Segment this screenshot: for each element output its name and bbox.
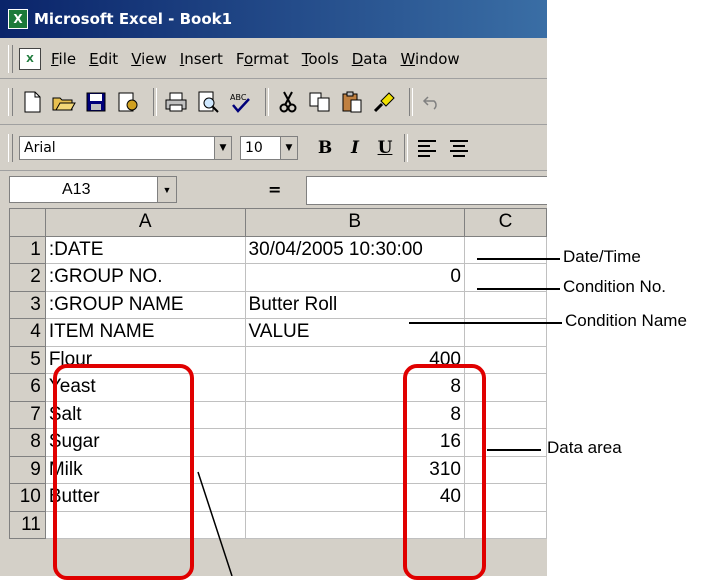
- select-all-corner[interactable]: [9, 208, 46, 237]
- print-preview-icon[interactable]: [195, 89, 221, 115]
- svg-text:ABC: ABC: [230, 93, 247, 102]
- toolbar-separator: [404, 134, 408, 162]
- menu-window[interactable]: Window: [401, 50, 460, 68]
- format-grip[interactable]: [8, 134, 13, 162]
- menu-format[interactable]: Format: [236, 50, 289, 68]
- title-bar: X Microsoft Excel - Book1: [0, 0, 547, 38]
- name-box-value: A13: [62, 180, 91, 198]
- date-time-leader: [477, 258, 560, 260]
- row-header[interactable]: 11: [9, 510, 46, 539]
- cell-c[interactable]: [463, 290, 547, 319]
- column-header-c[interactable]: C: [463, 208, 547, 237]
- condition-name-leader: [409, 322, 562, 324]
- menu-bar: X File Edit View Insert Format Tools Dat…: [0, 40, 547, 79]
- column-header-b[interactable]: B: [244, 208, 465, 237]
- edit-formula-button[interactable]: =: [268, 180, 281, 199]
- cell-a[interactable]: :GROUP NO.: [44, 263, 246, 292]
- underline-button[interactable]: U: [372, 135, 398, 161]
- formula-bar: A13 ▼ =: [0, 172, 547, 206]
- font-value: Arial: [24, 140, 56, 156]
- table-row: 1:DATE 30/04/2005 10:30:00: [9, 235, 547, 264]
- row-header[interactable]: 6: [9, 373, 46, 402]
- table-row: 2:GROUP NO. 0: [9, 263, 547, 292]
- format-painter-icon[interactable]: [371, 89, 397, 115]
- toolbar-grip[interactable]: [8, 88, 13, 116]
- name-box[interactable]: A13 ▼: [9, 176, 177, 203]
- row-header[interactable]: 4: [9, 318, 46, 347]
- window-title: Microsoft Excel - Book1: [34, 10, 233, 28]
- row-header[interactable]: 7: [9, 400, 46, 429]
- formula-input[interactable]: [306, 176, 547, 205]
- italic-button[interactable]: I: [342, 135, 368, 161]
- cell-a[interactable]: :GROUP NAME: [44, 290, 246, 319]
- align-left-icon[interactable]: [414, 135, 440, 161]
- bold-button[interactable]: B: [312, 135, 338, 161]
- toolbar-separator: [265, 88, 269, 116]
- cell-c[interactable]: [463, 263, 547, 292]
- column-header-a[interactable]: A: [44, 208, 246, 237]
- row-header[interactable]: 2: [9, 263, 46, 292]
- menu-insert[interactable]: Insert: [180, 50, 223, 68]
- row-header[interactable]: 9: [9, 455, 46, 484]
- toolbar-separator: [409, 88, 413, 116]
- row-header[interactable]: 5: [9, 345, 46, 374]
- toolbar-separator: [153, 88, 157, 116]
- menu-data[interactable]: Data: [352, 50, 388, 68]
- save-icon[interactable]: [83, 89, 109, 115]
- undo-icon[interactable]: [419, 89, 445, 115]
- cell-b[interactable]: Butter Roll: [244, 290, 465, 319]
- chevron-down-icon[interactable]: ▼: [280, 137, 297, 159]
- item-name-highlight: [53, 364, 194, 580]
- row-header[interactable]: 8: [9, 428, 46, 457]
- chevron-down-icon[interactable]: ▼: [157, 177, 176, 202]
- menu-edit[interactable]: Edit: [89, 50, 118, 68]
- excel-icon[interactable]: X: [8, 9, 28, 29]
- menu-view[interactable]: View: [131, 50, 167, 68]
- table-row: 3:GROUP NAME Butter Roll: [9, 290, 547, 319]
- condition-name-label: Condition Name: [565, 311, 687, 330]
- date-time-label: Date/Time: [563, 247, 641, 266]
- formatting-toolbar: Arial ▼ 10 ▼ B I U: [0, 126, 547, 171]
- row-header[interactable]: 1: [9, 235, 46, 264]
- data-area-label: Data area: [547, 438, 622, 457]
- chevron-down-icon[interactable]: ▼: [214, 137, 231, 159]
- copy-icon[interactable]: [307, 89, 333, 115]
- row-header[interactable]: 10: [9, 483, 46, 512]
- cell-a[interactable]: ITEM NAME: [44, 318, 246, 347]
- permission-icon[interactable]: [115, 89, 141, 115]
- align-center-icon[interactable]: [446, 135, 472, 161]
- open-icon[interactable]: [51, 89, 77, 115]
- menu-file[interactable]: File: [51, 50, 76, 68]
- row-header[interactable]: 3: [9, 290, 46, 319]
- font-size-value: 10: [245, 140, 263, 156]
- font-select[interactable]: Arial ▼: [19, 136, 232, 160]
- cut-icon[interactable]: [275, 89, 301, 115]
- cell-a[interactable]: :DATE: [44, 235, 246, 264]
- spelling-icon[interactable]: ABC: [227, 89, 253, 115]
- workbook-icon[interactable]: X: [19, 48, 41, 70]
- paste-icon[interactable]: [339, 89, 365, 115]
- value-highlight: [403, 364, 486, 580]
- new-icon[interactable]: [19, 89, 45, 115]
- cell-b[interactable]: 30/04/2005 10:30:00: [244, 235, 465, 264]
- menu-tools[interactable]: Tools: [302, 50, 339, 68]
- standard-toolbar: ABC: [0, 80, 547, 125]
- pointer-line: [197, 471, 233, 576]
- condition-no-leader: [477, 288, 560, 290]
- condition-no-label: Condition No.: [563, 277, 667, 296]
- font-size-select[interactable]: 10 ▼: [240, 136, 298, 160]
- cell-b[interactable]: 0: [244, 263, 465, 292]
- print-icon[interactable]: [163, 89, 189, 115]
- data-area-leader: [487, 449, 541, 451]
- menu-grip[interactable]: [8, 45, 13, 73]
